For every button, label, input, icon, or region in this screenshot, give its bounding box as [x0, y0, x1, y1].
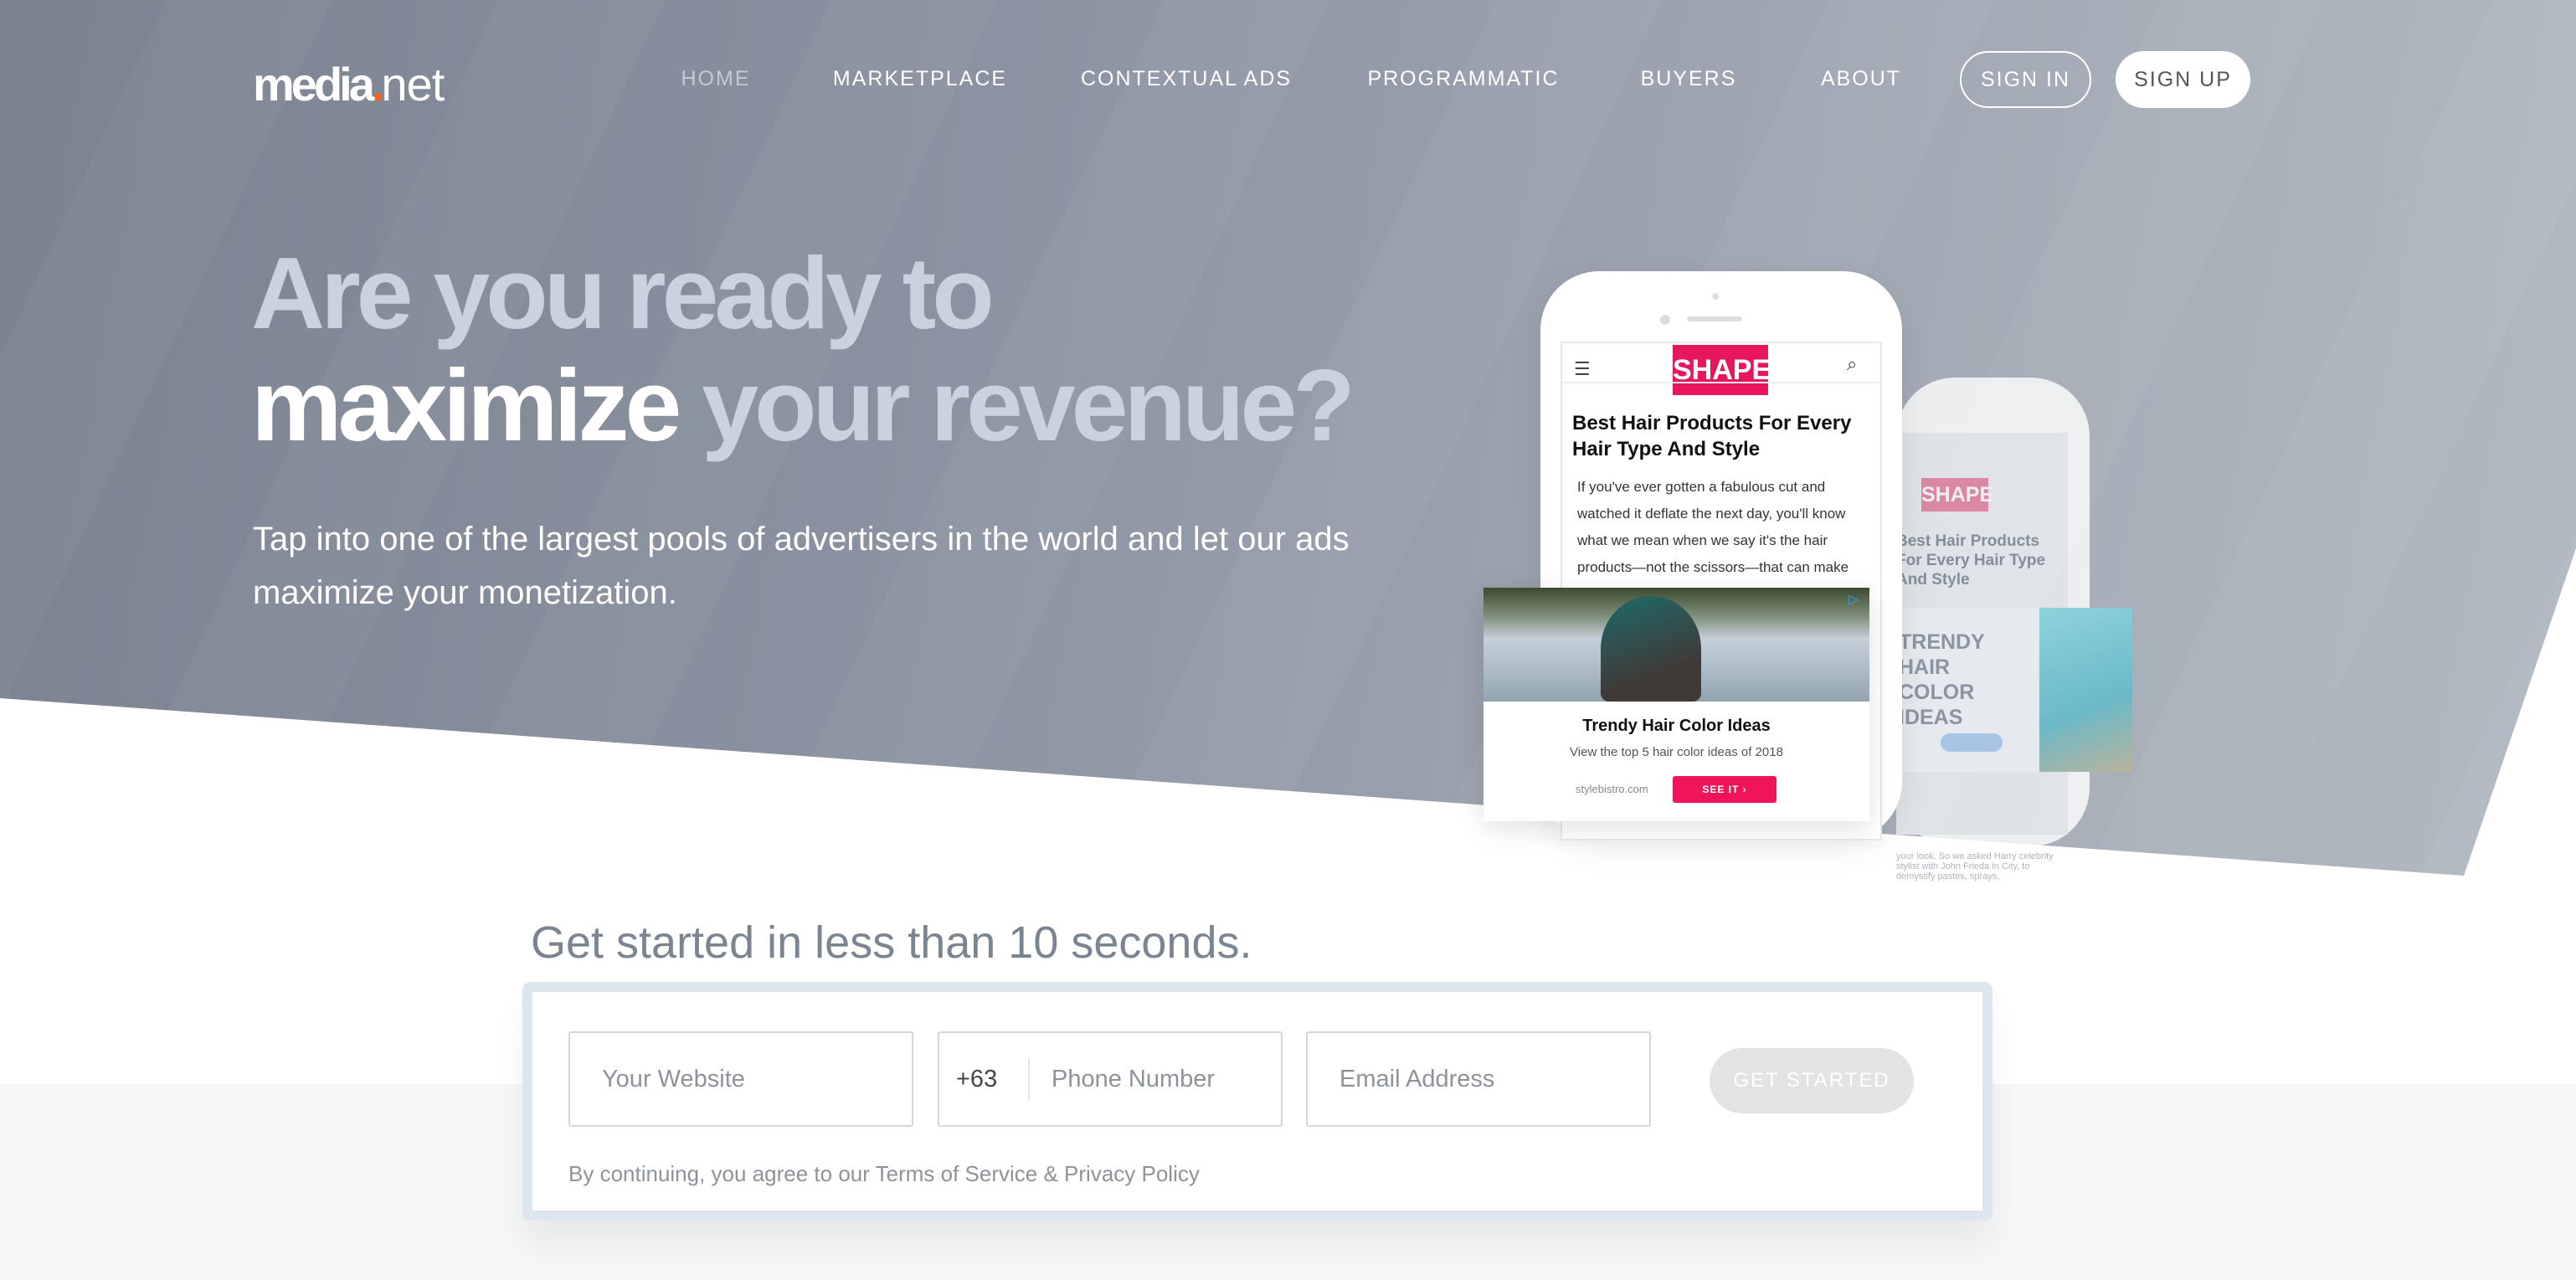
ad-cta-button[interactable]: SEE IT › — [1673, 776, 1776, 803]
phone-input[interactable]: +63 Phone Number — [938, 1031, 1283, 1127]
nav-about[interactable]: ABOUT — [1821, 67, 1901, 91]
article-title: Best Hair Products For Every Hair Type A… — [1572, 412, 1852, 460]
hero-headline-line1: Are you ready to — [251, 236, 995, 350]
nav-programmatic[interactable]: PROGRAMMATIC — [1367, 67, 1559, 91]
article-body: If you've ever gotten a fabulous cut and… — [1577, 479, 1849, 575]
hamburger-menu-icon: ☰ — [1574, 358, 1591, 379]
headline-rest: your revenue? — [677, 348, 1355, 462]
headline-emphasis: maximize — [251, 348, 681, 462]
phone-placeholder: Phone Number — [1051, 1065, 1216, 1092]
nav-buyers[interactable]: BUYERS — [1641, 67, 1737, 91]
ad-image-person — [1601, 596, 1701, 702]
phone-speaker — [1687, 316, 1742, 321]
search-icon: ⌕ — [1847, 353, 1858, 374]
get-started-button[interactable]: GET STARTED — [1710, 1048, 1914, 1113]
back-ad-title: TRENDY HAIR COLOR IDEAS — [1899, 630, 1985, 729]
header-divider — [1562, 382, 1880, 383]
logo-text: media — [253, 58, 375, 111]
sign-up-button[interactable]: SIGN UP — [2116, 51, 2250, 108]
logo-dot: . — [371, 58, 384, 111]
native-ad-card[interactable]: ▷ Trendy Hair Color Ideas View the top 5… — [1483, 588, 1869, 821]
back-ad-image — [2039, 608, 2132, 772]
email-input[interactable]: Email Address — [1306, 1031, 1651, 1127]
media-net-logo[interactable]: media.net — [253, 57, 445, 111]
hero-headline-line2: maximize your revenue? — [251, 347, 1355, 464]
ad-description: View the top 5 hair color ideas of 2018 — [1570, 745, 1783, 759]
back-ad-button — [1941, 733, 2003, 752]
logo-tld: net — [381, 58, 445, 111]
ad-title: Trendy Hair Color Ideas — [1582, 717, 1771, 735]
sign-in-button[interactable]: SIGN IN — [1960, 51, 2091, 108]
back-site-logo: SHAPE — [1921, 478, 1993, 511]
nav-marketplace[interactable]: MARKETPLACE — [833, 67, 1007, 91]
back-ad: TRENDY HAIR COLOR IDEAS — [1889, 608, 2132, 772]
ad-image — [1483, 588, 1869, 702]
ad-domain: stylebistro.com — [1576, 783, 1648, 795]
phone-camera — [1712, 293, 1719, 300]
adchoices-icon[interactable]: ▷ — [1848, 591, 1859, 608]
phone-sensor — [1660, 315, 1670, 325]
site-logo: SHAPE — [1673, 345, 1771, 395]
signup-heading: Get started in less than 10 seconds. — [531, 918, 1252, 968]
country-code-selector[interactable]: +63 — [956, 1058, 1030, 1100]
back-article-body: your look. So we asked Harry celebrity s… — [1896, 851, 2054, 882]
website-input[interactable]: Your Website — [568, 1031, 913, 1127]
nav-home[interactable]: HOME — [681, 67, 751, 91]
terms-text[interactable]: By continuing, you agree to our Terms of… — [568, 1161, 1200, 1187]
back-article-title: Best Hair Products For Every Hair Type A… — [1896, 532, 2046, 589]
nav-contextual-ads[interactable]: CONTEXTUAL ADS — [1081, 67, 1292, 91]
hero-subtitle: Tap into one of the largest pools of adv… — [253, 521, 1350, 611]
